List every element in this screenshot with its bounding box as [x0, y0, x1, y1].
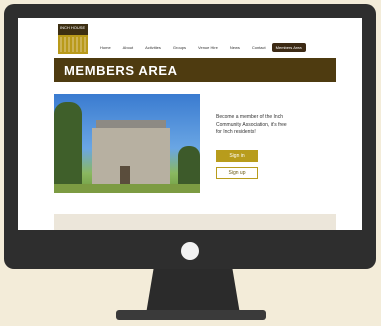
nav-item-home[interactable]: Home: [94, 43, 117, 52]
sign-up-button[interactable]: Sign up: [216, 167, 258, 179]
house: [92, 128, 170, 186]
nav-item-about[interactable]: About: [117, 43, 139, 52]
tree-left: [54, 102, 82, 193]
house-door: [120, 166, 130, 186]
monitor-base: [116, 310, 266, 320]
logo-text: INCH HOUSE: [58, 24, 88, 35]
nav-item-activities[interactable]: Activities: [139, 43, 167, 52]
logo-building-graphic: [60, 37, 86, 52]
nav-item-venue-hire[interactable]: Venue Hire: [192, 43, 224, 52]
monitor-screen: INCH HOUSE Home About Activities Groups …: [18, 18, 362, 230]
site-logo[interactable]: INCH HOUSE: [58, 24, 88, 54]
nav-item-news[interactable]: News: [224, 43, 246, 52]
nav-item-members-area[interactable]: Members Area: [271, 43, 306, 52]
building-photo: [54, 94, 200, 193]
power-button: [181, 242, 199, 260]
membership-promo-text: Become a member of the Inch Community As…: [216, 114, 287, 135]
sign-in-button[interactable]: Sign in: [216, 150, 258, 162]
nav-item-contact[interactable]: Contact: [246, 43, 272, 52]
monitor-frame: INCH HOUSE Home About Activities Groups …: [4, 4, 376, 269]
monitor-stand: [146, 269, 240, 314]
main-nav: Home About Activities Groups Venue Hire …: [94, 43, 306, 52]
lawn: [54, 184, 200, 193]
nav-item-groups[interactable]: Groups: [167, 43, 192, 52]
content-strip: [54, 214, 336, 230]
page-title: MEMBERS AREA: [64, 63, 178, 78]
page-banner: MEMBERS AREA: [54, 58, 336, 82]
